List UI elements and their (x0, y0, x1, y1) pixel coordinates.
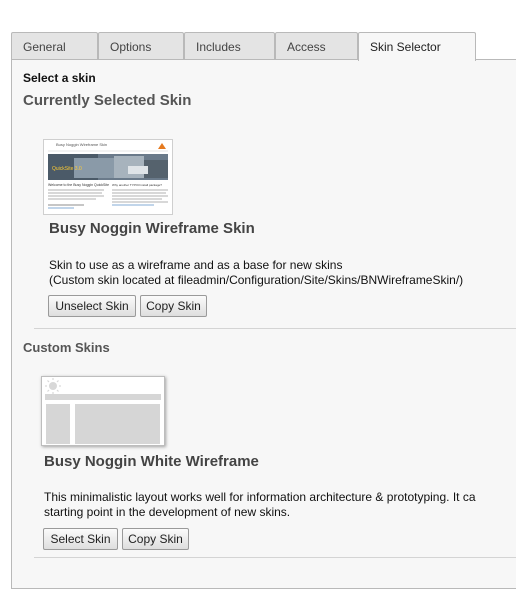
skin-selector-panel: Select a skin Currently Selected Skin Bu… (11, 60, 516, 589)
current-skin-title: Busy Noggin Wireframe Skin (49, 220, 255, 237)
select-skin-button[interactable]: Select Skin (43, 528, 118, 550)
svg-text:QuickSite 3.0: QuickSite 3.0 (52, 166, 82, 172)
custom-skin-description-line: starting point in the development of new… (44, 505, 291, 519)
tab-includes[interactable]: Includes (184, 32, 275, 59)
current-skin-thumbnail: Busy Noggin Wireframe Skin QuickSite 3.0… (43, 139, 173, 215)
custom-skin-description: This minimalistic layout works well for … (44, 490, 476, 520)
section-divider (34, 557, 516, 558)
current-skin-description-line: Skin to use as a wireframe and as a base… (49, 258, 343, 272)
tab-general[interactable]: General (11, 32, 98, 59)
copy-custom-skin-button[interactable]: Copy Skin (122, 528, 189, 550)
tab-bar: General Options Includes Access Skin Sel… (11, 32, 516, 61)
custom-skins-heading: Custom Skins (23, 340, 110, 355)
copy-current-skin-button[interactable]: Copy Skin (140, 295, 207, 317)
tab-options[interactable]: Options (98, 32, 184, 59)
select-skin-label: Select a skin (23, 71, 96, 85)
tab-skin-selector[interactable]: Skin Selector (358, 32, 476, 61)
svg-text:Busy Noggin Wireframe Skin: Busy Noggin Wireframe Skin (56, 142, 107, 147)
current-skin-heading: Currently Selected Skin (23, 92, 192, 109)
section-divider (34, 328, 516, 329)
unselect-skin-button[interactable]: Unselect Skin (48, 295, 136, 317)
svg-text:Why another TYPO3 install pack: Why another TYPO3 install package? (112, 183, 162, 187)
custom-skin-title: Busy Noggin White Wireframe (44, 453, 259, 470)
current-skin-description: Skin to use as a wireframe and as a base… (49, 258, 463, 288)
current-skin-path-line: (Custom skin located at fileadmin/Config… (49, 273, 464, 287)
tab-access[interactable]: Access (275, 32, 358, 59)
custom-skin-thumbnail (41, 376, 165, 446)
svg-text:Welcome to the Busy Noggin Qui: Welcome to the Busy Noggin QuickSite (48, 183, 109, 187)
custom-skin-description-line: This minimalistic layout works well for … (44, 490, 476, 504)
